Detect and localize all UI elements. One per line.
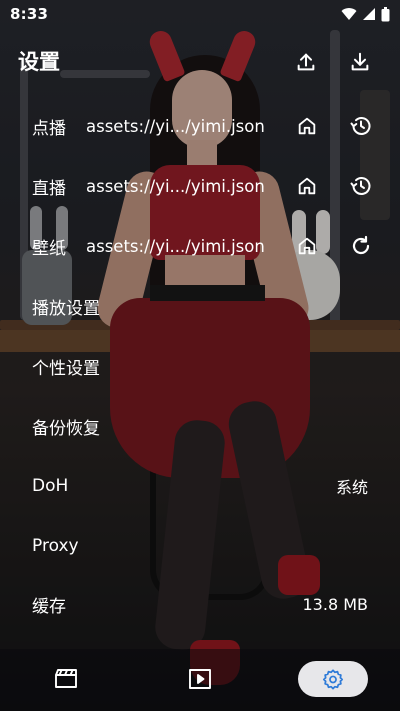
setting-wallpaper[interactable]: 壁纸 assets://yi.../yimi.json	[0, 216, 400, 276]
header: 设置	[0, 38, 400, 82]
wifi-icon	[341, 7, 357, 21]
refresh-icon[interactable]	[348, 233, 374, 259]
status-icons	[341, 6, 390, 22]
setting-doh-value: 系统	[335, 478, 368, 497]
setting-cache-label: 缓存	[32, 596, 66, 617]
setting-live-value: assets://yi.../yimi.json	[86, 176, 265, 196]
setting-proxy[interactable]: Proxy	[0, 516, 400, 576]
setting-cache-value: 13.8 MB	[302, 594, 369, 614]
setting-vod-value: assets://yi.../yimi.json	[86, 116, 265, 136]
play-icon[interactable]	[178, 661, 222, 697]
film-icon[interactable]	[44, 661, 88, 697]
setting-vod-label: 点播	[32, 118, 66, 139]
setting-player-label: 播放设置	[32, 298, 100, 319]
setting-backup-label: 备份恢复	[32, 418, 100, 439]
battery-icon	[381, 6, 390, 22]
setting-cache[interactable]: 缓存 13.8 MB	[0, 574, 400, 634]
bottom-nav	[0, 649, 400, 711]
setting-doh-label: DoH	[32, 476, 69, 496]
setting-live[interactable]: 直播 assets://yi.../yimi.json	[0, 156, 400, 216]
page-title: 设置	[18, 50, 60, 74]
history-icon[interactable]	[348, 173, 374, 199]
setting-wallpaper-label: 壁纸	[32, 238, 66, 259]
signal-icon	[362, 7, 376, 21]
setting-player[interactable]: 播放设置	[0, 276, 400, 336]
status-time: 8:33	[10, 5, 49, 23]
status-bar: 8:33	[0, 0, 400, 28]
home-icon[interactable]	[294, 233, 320, 259]
home-icon[interactable]	[294, 113, 320, 139]
settings-gear-icon[interactable]	[298, 661, 368, 697]
download-icon[interactable]	[346, 48, 374, 76]
home-icon[interactable]	[294, 173, 320, 199]
setting-custom-label: 个性设置	[32, 358, 100, 379]
history-icon[interactable]	[348, 113, 374, 139]
setting-live-label: 直播	[32, 178, 66, 199]
setting-custom[interactable]: 个性设置	[0, 336, 400, 396]
setting-backup[interactable]: 备份恢复	[0, 396, 400, 456]
setting-proxy-label: Proxy	[32, 536, 79, 556]
setting-wallpaper-value: assets://yi.../yimi.json	[86, 236, 265, 256]
setting-doh[interactable]: DoH 系统	[0, 456, 400, 516]
setting-vod[interactable]: 点播 assets://yi.../yimi.json	[0, 96, 400, 156]
upload-icon[interactable]	[292, 48, 320, 76]
